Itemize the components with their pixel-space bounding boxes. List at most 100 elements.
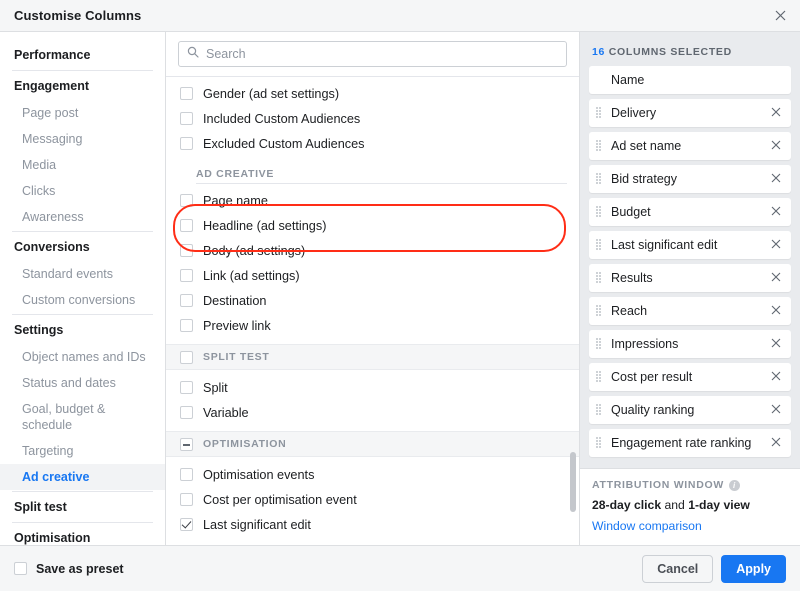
option-row[interactable]: Destination <box>166 288 579 313</box>
option-row[interactable]: Page name <box>166 188 579 213</box>
drag-handle-icon[interactable] <box>596 437 605 450</box>
checkbox-included-custom-audiences[interactable] <box>180 112 193 125</box>
sidebar-item-status-and-dates[interactable]: Status and dates <box>0 370 165 396</box>
selected-column-row[interactable]: Engagement rate ranking <box>589 429 791 457</box>
drag-handle-icon[interactable] <box>596 371 605 384</box>
drag-handle-icon[interactable] <box>596 140 605 153</box>
checkbox-optimisation-events[interactable] <box>180 468 193 481</box>
remove-column-icon[interactable] <box>769 105 783 121</box>
remove-column-icon[interactable] <box>769 435 783 451</box>
checkbox-link-ad-settings[interactable] <box>180 269 193 282</box>
checkbox-page-name[interactable] <box>180 194 193 207</box>
option-label: Cost per optimisation event <box>203 492 357 508</box>
drag-handle-icon[interactable] <box>596 206 605 219</box>
remove-column-icon[interactable] <box>769 303 783 319</box>
checkbox-last-significant-edit[interactable] <box>180 518 193 531</box>
selected-column-row[interactable]: Budget <box>589 198 791 226</box>
remove-column-icon[interactable] <box>769 336 783 352</box>
checkbox-cost-per-optimisation-event[interactable] <box>180 493 193 506</box>
drag-handle-icon[interactable] <box>596 239 605 252</box>
checkbox-split[interactable] <box>180 381 193 394</box>
drag-handle-icon[interactable] <box>596 272 605 285</box>
option-row[interactable]: Variable <box>166 400 579 425</box>
remove-column-icon[interactable] <box>769 204 783 220</box>
option-row[interactable]: Last significant edit <box>166 512 579 537</box>
sidebar-group-split-test[interactable]: Split test <box>0 494 165 521</box>
selected-column-row[interactable]: Last significant edit <box>589 231 791 259</box>
option-row[interactable]: Cost per optimisation event <box>166 487 579 512</box>
apply-button[interactable]: Apply <box>721 555 786 583</box>
sidebar-group-conversions[interactable]: Conversions <box>0 234 165 261</box>
selected-column-row[interactable]: Impressions <box>589 330 791 358</box>
option-row[interactable]: Split <box>166 375 579 400</box>
checkbox-destination[interactable] <box>180 294 193 307</box>
search-box[interactable] <box>178 41 567 67</box>
option-row[interactable]: Excluded Custom Audiences <box>166 131 579 156</box>
remove-column-icon[interactable] <box>769 171 783 187</box>
option-label: Split <box>203 380 228 396</box>
selected-column-row[interactable]: Quality ranking <box>589 396 791 424</box>
save-as-preset-control[interactable]: Save as preset <box>14 562 124 576</box>
remove-column-icon[interactable] <box>769 270 783 286</box>
option-row[interactable]: Link (ad settings) <box>166 263 579 288</box>
option-row[interactable]: Gender (ad set settings) <box>166 81 579 106</box>
cancel-button[interactable]: Cancel <box>642 555 713 583</box>
option-label: Body (ad settings) <box>203 243 305 259</box>
window-comparison-link[interactable]: Window comparison <box>592 519 788 533</box>
sidebar-group-settings[interactable]: Settings <box>0 317 165 344</box>
checkbox-preview-link[interactable] <box>180 319 193 332</box>
section-header-optimisation[interactable]: OPTIMISATION <box>166 431 579 457</box>
checkbox-variable[interactable] <box>180 406 193 419</box>
remove-column-icon[interactable] <box>769 369 783 385</box>
checkbox-body-ad-settings[interactable] <box>180 244 193 257</box>
sidebar-group-performance[interactable]: Performance <box>0 42 165 69</box>
selected-column-row[interactable]: Ad set name <box>589 132 791 160</box>
drag-handle-icon[interactable] <box>596 338 605 351</box>
selected-column-row[interactable]: Bid strategy <box>589 165 791 193</box>
option-row[interactable]: Included Custom Audiences <box>166 106 579 131</box>
checkbox-headline-ad-settings[interactable] <box>180 219 193 232</box>
remove-column-icon[interactable] <box>769 138 783 154</box>
option-label: Included Custom Audiences <box>203 111 360 127</box>
checkbox-excluded-custom-audiences[interactable] <box>180 137 193 150</box>
option-label: Optimisation events <box>203 467 314 483</box>
sidebar-item-media[interactable]: Media <box>0 152 165 178</box>
option-row[interactable]: Body (ad settings) <box>166 238 579 263</box>
sidebar-item-object-names-and-ids[interactable]: Object names and IDs <box>0 344 165 370</box>
info-icon[interactable]: i <box>729 480 740 491</box>
sidebar-item-messaging[interactable]: Messaging <box>0 126 165 152</box>
selected-column-row[interactable]: Delivery <box>589 99 791 127</box>
remove-column-icon[interactable] <box>769 237 783 253</box>
drag-handle-icon[interactable] <box>596 107 605 120</box>
section-checkbox-split-test[interactable] <box>180 351 193 364</box>
option-label: Destination <box>203 293 266 309</box>
drag-handle-icon[interactable] <box>596 305 605 318</box>
sidebar-item-standard-events[interactable]: Standard events <box>0 261 165 287</box>
section-checkbox-optimisation[interactable] <box>180 438 193 451</box>
search-input[interactable] <box>206 47 558 61</box>
remove-column-icon[interactable] <box>769 402 783 418</box>
option-row[interactable]: Optimisation events <box>166 462 579 487</box>
option-row[interactable]: Preview link <box>166 313 579 338</box>
selected-column-row[interactable]: Cost per result <box>589 363 791 391</box>
sidebar-item-ad-creative[interactable]: Ad creative <box>0 464 165 490</box>
sidebar-item-clicks[interactable]: Clicks <box>0 178 165 204</box>
drag-handle-icon[interactable] <box>596 404 605 417</box>
drag-handle-icon[interactable] <box>596 173 605 186</box>
save-as-preset-checkbox[interactable] <box>14 562 27 575</box>
selected-column-row[interactable]: Results <box>589 264 791 292</box>
option-row[interactable]: Headline (ad settings) <box>166 213 579 238</box>
sidebar-item-page-post[interactable]: Page post <box>0 100 165 126</box>
options-scrollbar[interactable] <box>570 452 576 512</box>
section-header-split-test[interactable]: SPLIT TEST <box>166 344 579 370</box>
sidebar-item-goal-budget-schedule[interactable]: Goal, budget & schedule <box>0 396 165 438</box>
sidebar-item-targeting[interactable]: Targeting <box>0 438 165 464</box>
close-icon[interactable] <box>770 6 790 26</box>
selected-column-row[interactable]: Name <box>589 66 791 94</box>
sidebar-item-custom-conversions[interactable]: Custom conversions <box>0 287 165 313</box>
checkbox-gender-ad-set-settings[interactable] <box>180 87 193 100</box>
sidebar-group-optimisation[interactable]: Optimisation <box>0 525 165 545</box>
selected-column-row[interactable]: Reach <box>589 297 791 325</box>
sidebar-item-awareness[interactable]: Awareness <box>0 204 165 230</box>
sidebar-group-engagement[interactable]: Engagement <box>0 73 165 100</box>
